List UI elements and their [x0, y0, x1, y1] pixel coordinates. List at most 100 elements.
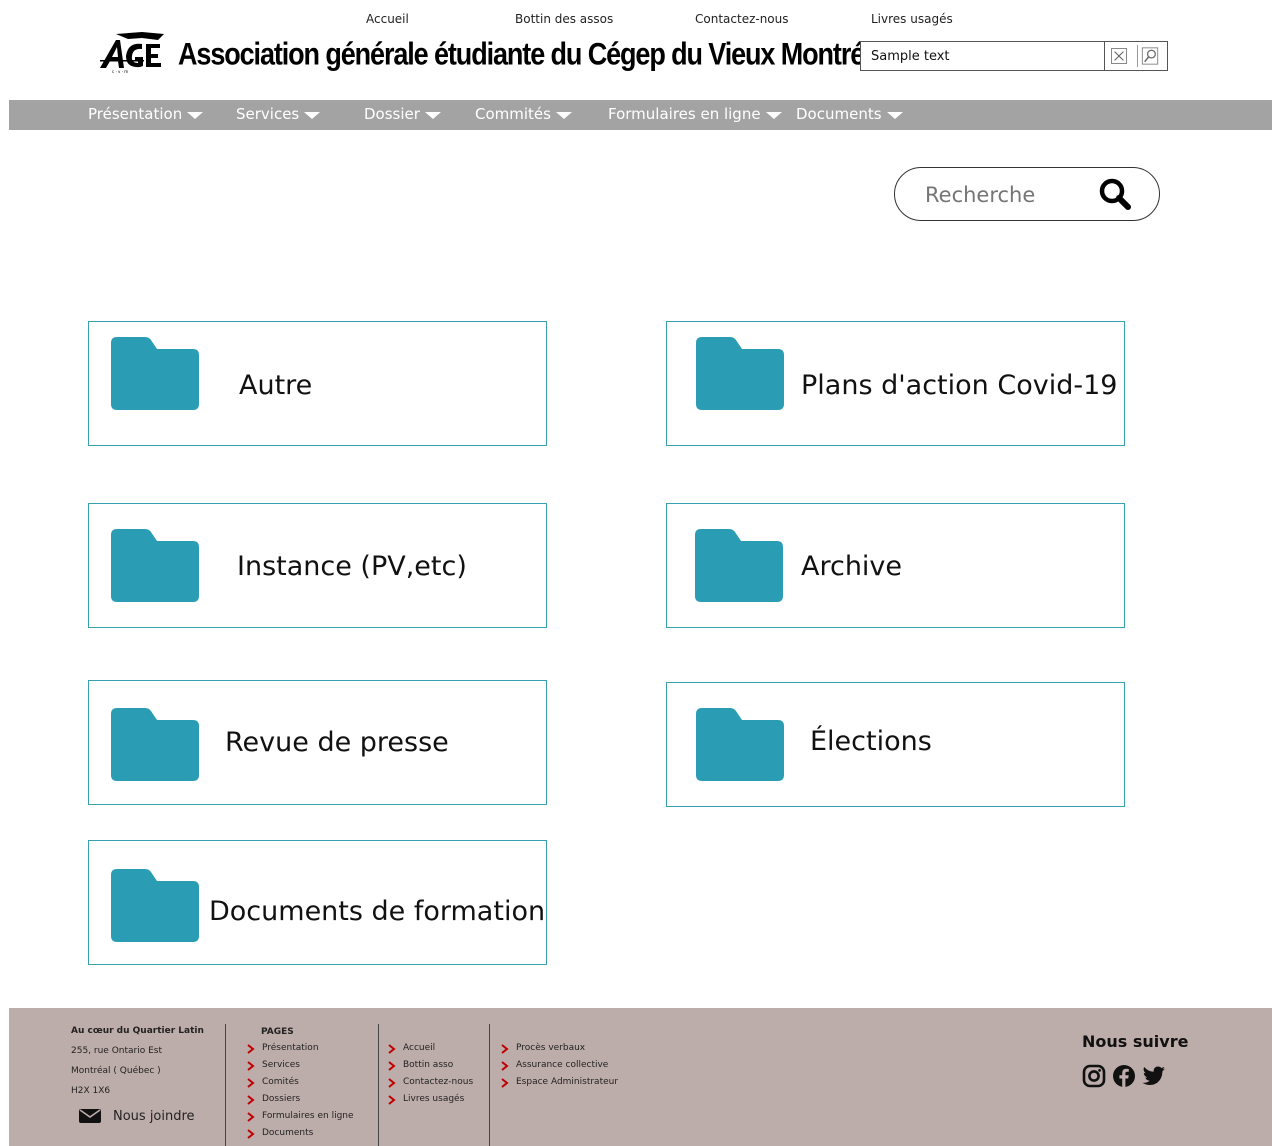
- folder-card-revue[interactable]: Revue de presse: [88, 680, 547, 805]
- nav-label: Présentation: [88, 105, 183, 123]
- chevron-right-icon: [247, 1129, 255, 1139]
- footer-link-label: Dossiers: [262, 1094, 301, 1104]
- footer-link-label: Procès verbaux: [516, 1043, 586, 1053]
- chevron-right-icon: [388, 1095, 396, 1105]
- clear-icon[interactable]: [1111, 48, 1127, 64]
- caret-down-icon: [304, 112, 321, 119]
- facebook-icon[interactable]: [1112, 1064, 1136, 1088]
- chevron-right-icon: [247, 1044, 255, 1054]
- folder-card-elections[interactable]: Élections: [666, 682, 1125, 807]
- nav-services[interactable]: Services: [236, 105, 321, 123]
- folder-label: Élections: [810, 726, 932, 757]
- footer-link-label: Services: [262, 1060, 300, 1070]
- chevron-right-icon: [501, 1061, 509, 1071]
- footer-links-col1: Présentation Services Comités Dossiers F…: [246, 1043, 354, 1145]
- caret-down-icon: [187, 112, 204, 119]
- nav-formulaires[interactable]: Formulaires en ligne: [608, 105, 782, 123]
- twitter-icon[interactable]: [1142, 1064, 1166, 1088]
- nav-label: Documents: [796, 105, 882, 123]
- footer-link-label: Contactez-nous: [403, 1077, 474, 1087]
- nav-documents[interactable]: Documents: [796, 105, 903, 123]
- chevron-right-icon: [501, 1044, 509, 1054]
- site-title[interactable]: Association générale étudiante du Cégep …: [178, 36, 886, 73]
- footer-link-label: Comités: [262, 1077, 299, 1087]
- top-link-bottin[interactable]: Bottin des assos: [515, 12, 613, 26]
- footer-address-line: Montréal ( Québec ): [71, 1066, 161, 1076]
- caret-down-icon: [555, 112, 572, 119]
- folder-label: Documents de formation: [209, 896, 546, 927]
- main-nav: Présentation Services Dossier Commités F…: [9, 100, 1272, 130]
- chevron-right-icon: [247, 1112, 255, 1122]
- search-icon[interactable]: [1137, 45, 1162, 67]
- footer-link[interactable]: Bottin asso: [387, 1060, 473, 1077]
- caret-down-icon: [424, 112, 441, 119]
- chevron-right-icon: [388, 1078, 396, 1088]
- top-link-accueil[interactable]: Accueil: [366, 12, 409, 26]
- footer-links-col3: Procès verbaux Assurance collective Espa…: [500, 1043, 618, 1094]
- footer-address-line: H2X 1X6: [71, 1086, 111, 1096]
- footer-link[interactable]: Procès verbaux: [500, 1043, 618, 1060]
- footer-heading: Au cœur du Quartier Latin: [71, 1026, 204, 1036]
- folder-icon: [111, 708, 199, 781]
- age-logo[interactable]: c · v · m: [98, 30, 174, 74]
- envelope-icon: [79, 1109, 101, 1123]
- nav-dossier[interactable]: Dossier: [364, 105, 441, 123]
- footer-divider: [225, 1024, 226, 1146]
- footer-link[interactable]: Documents: [246, 1128, 354, 1145]
- footer-links-col2: Accueil Bottin asso Contactez-nous Livre…: [387, 1043, 473, 1111]
- folder-icon: [696, 337, 784, 410]
- folder-card-instance[interactable]: Instance (PV,etc): [88, 503, 547, 628]
- folder-label: Autre: [239, 370, 313, 401]
- document-search: [894, 167, 1160, 221]
- footer-link-label: Livres usagés: [403, 1094, 465, 1104]
- folder-icon: [111, 337, 199, 410]
- folder-card-formation[interactable]: Documents de formation: [88, 840, 547, 965]
- footer-link[interactable]: Formulaires en ligne: [246, 1111, 354, 1128]
- caret-down-icon: [765, 112, 782, 119]
- caret-down-icon: [886, 112, 903, 119]
- folder-label: Archive: [801, 551, 903, 582]
- footer: Au cœur du Quartier Latin 255, rue Ontar…: [9, 1008, 1272, 1146]
- chevron-right-icon: [501, 1078, 509, 1088]
- footer-link[interactable]: Comités: [246, 1077, 354, 1094]
- footer-link-label: Bottin asso: [403, 1060, 454, 1070]
- nav-label: Dossier: [364, 105, 420, 123]
- instagram-icon[interactable]: [1082, 1064, 1106, 1088]
- footer-link[interactable]: Accueil: [387, 1043, 473, 1060]
- nav-label: Services: [236, 105, 300, 123]
- footer-link-label: Accueil: [403, 1043, 436, 1053]
- folder-icon: [111, 869, 199, 942]
- document-search-input[interactable]: [925, 180, 1085, 210]
- footer-link-label: Espace Administrateur: [516, 1077, 619, 1087]
- folder-card-autre[interactable]: Autre: [88, 321, 547, 446]
- footer-link-label: Documents: [262, 1128, 314, 1138]
- nav-commites[interactable]: Commités: [475, 105, 572, 123]
- footer-divider: [489, 1024, 490, 1146]
- header-search-input[interactable]: [861, 42, 1105, 70]
- folder-label: Plans d'action Covid-19: [801, 370, 1118, 401]
- top-link-livres[interactable]: Livres usagés: [871, 12, 953, 26]
- top-link-contact[interactable]: Contactez-nous: [695, 12, 789, 26]
- header-search: [860, 41, 1168, 71]
- pages-heading: PAGES: [261, 1027, 294, 1037]
- footer-link[interactable]: Présentation: [246, 1043, 354, 1060]
- nav-label: Formulaires en ligne: [608, 105, 761, 123]
- follow-heading: Nous suivre: [1082, 1032, 1189, 1051]
- contact-link[interactable]: Nous joindre: [79, 1108, 195, 1124]
- chevron-right-icon: [247, 1061, 255, 1071]
- folder-icon: [696, 708, 784, 781]
- nav-presentation[interactable]: Présentation: [88, 105, 204, 123]
- footer-link[interactable]: Dossiers: [246, 1094, 354, 1111]
- magnifier-icon[interactable]: [1095, 174, 1135, 214]
- folder-icon: [111, 529, 199, 602]
- folder-card-covid[interactable]: Plans d'action Covid-19: [666, 321, 1125, 446]
- folder-card-archive[interactable]: Archive: [666, 503, 1125, 628]
- footer-link[interactable]: Livres usagés: [387, 1094, 473, 1111]
- chevron-right-icon: [247, 1078, 255, 1088]
- footer-link[interactable]: Assurance collective: [500, 1060, 618, 1077]
- footer-link[interactable]: Espace Administrateur: [500, 1077, 618, 1094]
- footer-link-label: Assurance collective: [516, 1060, 609, 1070]
- footer-link[interactable]: Services: [246, 1060, 354, 1077]
- footer-link-label: Présentation: [262, 1043, 319, 1053]
- footer-link[interactable]: Contactez-nous: [387, 1077, 473, 1094]
